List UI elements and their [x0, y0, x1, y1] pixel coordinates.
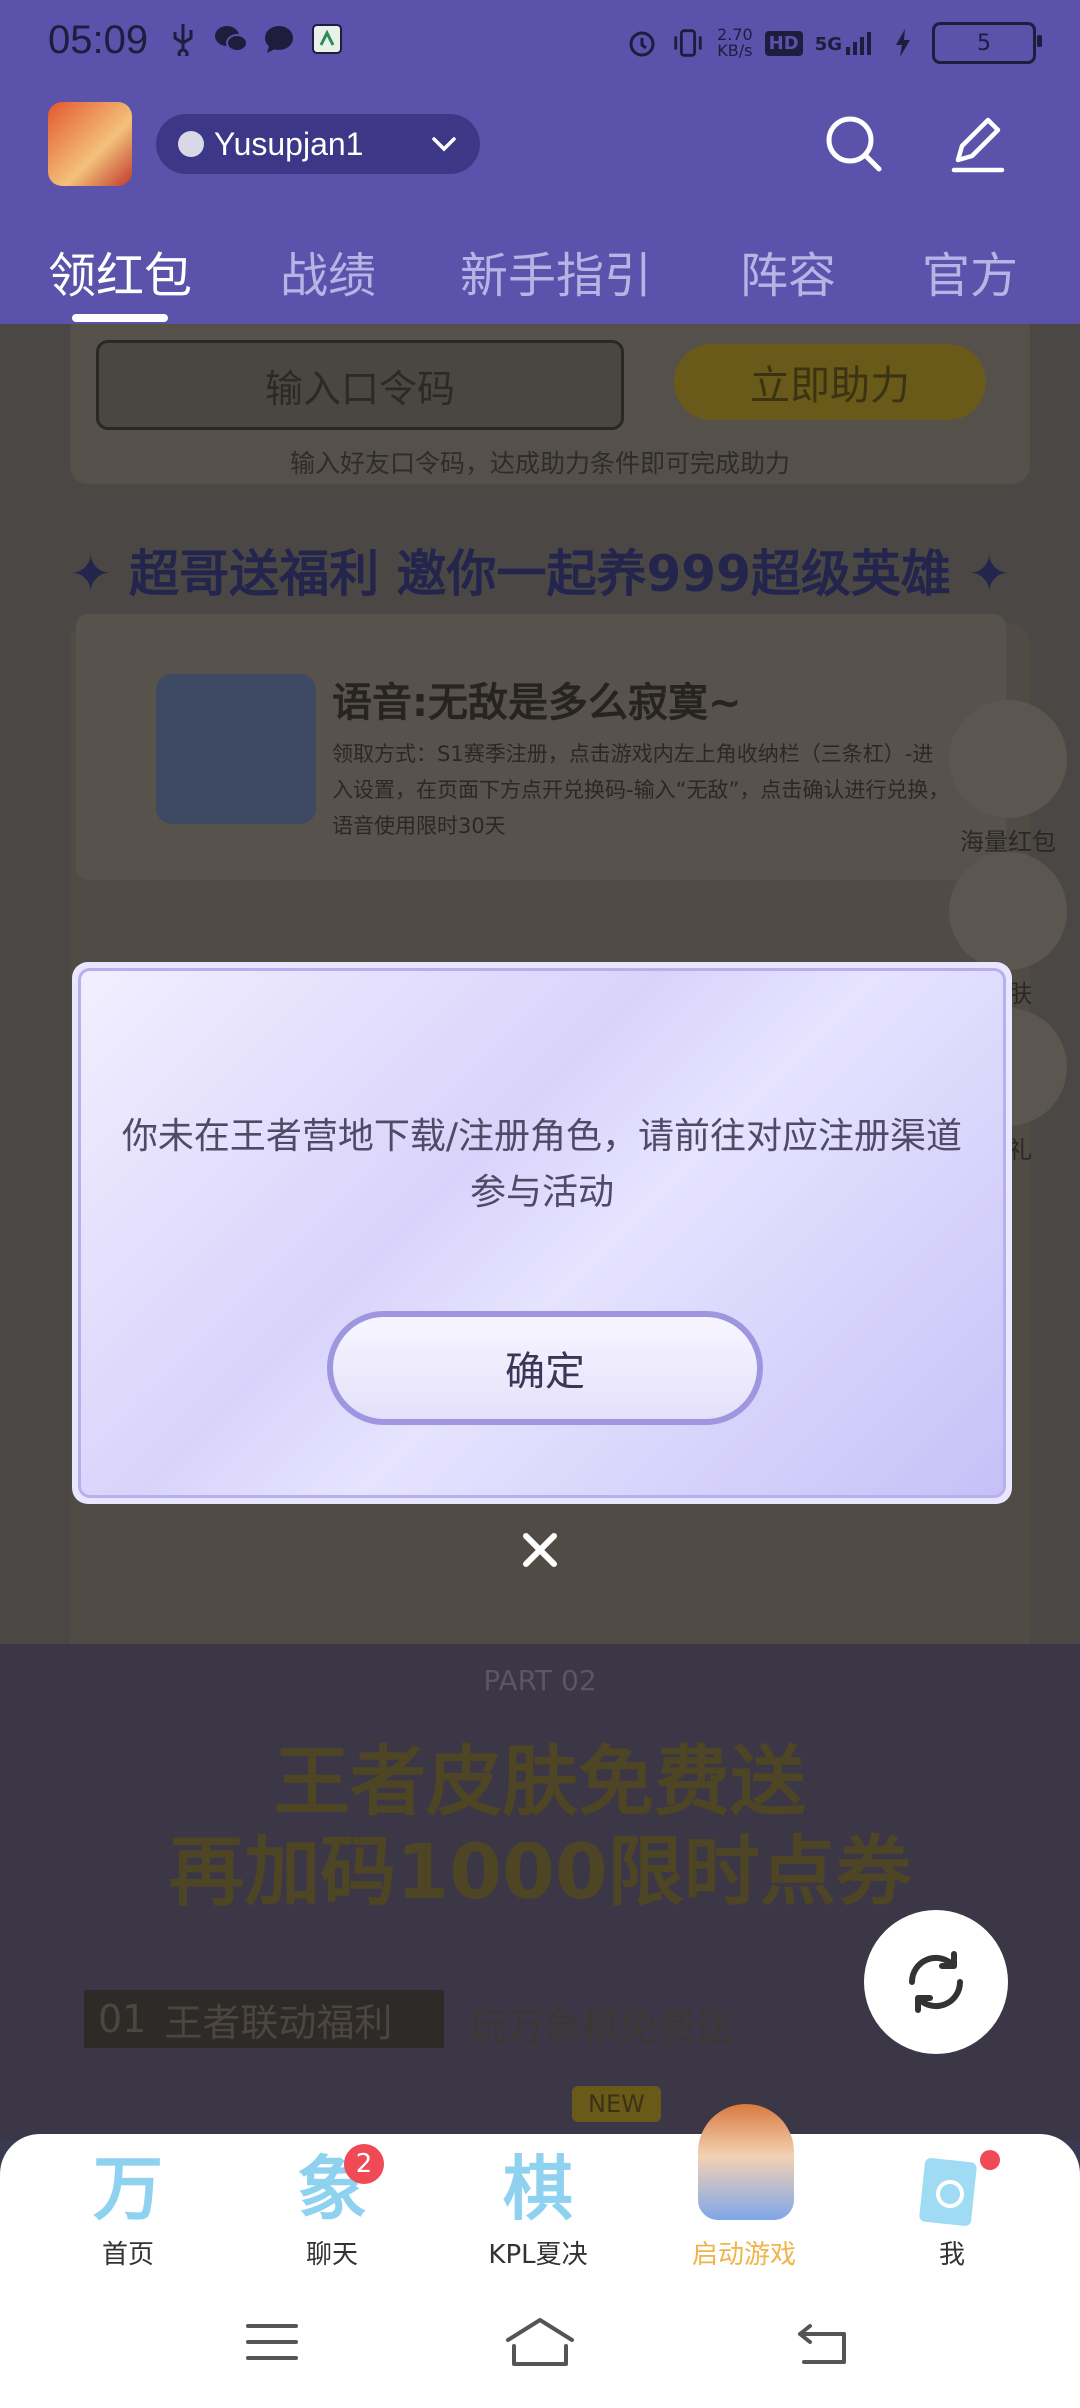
- hd-badge: HD: [764, 30, 803, 56]
- refresh-button[interactable]: [864, 1910, 1008, 2054]
- online-status-icon: [178, 131, 204, 157]
- status-bar: 05:09 2.70 KB/s HD 5G 5: [0, 0, 1080, 88]
- system-navigation-bar: [0, 2286, 1080, 2408]
- alert-dialog-body: 你未在王者营地下载/注册角色，请前往对应注册渠道参与活动 确定: [78, 968, 1006, 1498]
- alert-dialog: 你未在王者营地下载/注册角色，请前往对应注册渠道参与活动 确定: [72, 962, 1012, 1504]
- active-tab-indicator: [72, 314, 168, 322]
- search-icon[interactable]: [820, 110, 888, 178]
- linkage-welfare-subtitle: 玩万象棋免费送: [468, 2005, 735, 2049]
- tab-lineup[interactable]: 阵容: [740, 236, 836, 306]
- new-tag: NEW: [572, 2086, 661, 2122]
- nav-launch-game[interactable]: 启动游戏: [664, 2104, 824, 2271]
- home-icon: 万: [93, 2147, 163, 2230]
- back-icon[interactable]: [794, 2318, 850, 2366]
- wechat-icon: [214, 22, 248, 56]
- network-type: 5G: [814, 34, 842, 55]
- promo-line-2: 再加码1000限时点券: [168, 1827, 912, 1916]
- nav-kpl[interactable]: 棋 KPL夏决: [458, 2134, 618, 2271]
- nav-me-label: 我: [938, 2240, 965, 2270]
- status-time: 05:09: [48, 18, 149, 62]
- nav-launch-game-label: 启动游戏: [691, 2240, 796, 2270]
- home-button-icon[interactable]: [504, 2316, 576, 2368]
- close-icon[interactable]: [516, 1526, 564, 1574]
- chat-icon: 象: [297, 2147, 367, 2230]
- usb-icon: [166, 22, 200, 56]
- notification-icons: [166, 22, 344, 56]
- nav-kpl-label: KPL夏决: [488, 2240, 588, 2270]
- tab-beginner-guide[interactable]: 新手指引: [460, 236, 652, 306]
- part-label: PART 02: [483, 1664, 597, 1697]
- bottom-navigation: 万 首页 象 2 聊天 棋 KPL夏决 启动游戏 我: [0, 2104, 1080, 2286]
- top-tabs: 领红包 战绩 新手指引 阵容 官方: [0, 228, 1080, 324]
- skin-icon: [949, 852, 1067, 970]
- net-speed-unit: KB/s: [717, 41, 753, 60]
- nav-chat[interactable]: 象 2 聊天: [252, 2134, 412, 2271]
- battery-indicator: 5: [932, 22, 1042, 64]
- refresh-icon: [908, 1951, 964, 2013]
- nav-home-label: 首页: [101, 2240, 154, 2270]
- profile-card-icon: [872, 2134, 1032, 2234]
- linkage-welfare-label: 01 王者联动福利: [84, 1990, 444, 2048]
- tab-red-packet[interactable]: 领红包: [48, 236, 192, 306]
- account-switcher[interactable]: Yusupjan1: [156, 114, 480, 174]
- launch-game-hero-icon: [664, 2104, 824, 2234]
- chat-bubble-icon: [262, 22, 296, 56]
- system-status-icons: 2.70 KB/s HD 5G 5: [625, 22, 1042, 64]
- app-notification-icon: [310, 22, 344, 56]
- account-name: Yusupjan1: [214, 125, 364, 162]
- signal-5g: 5G: [815, 31, 874, 55]
- menu-icon[interactable]: [244, 2320, 300, 2364]
- invite-code-input[interactable]: 输入口令码: [96, 340, 624, 430]
- welfare-banner-title: ✦ 超哥送福利 邀你一起养999超级英雄 ✦: [69, 545, 1011, 603]
- battery-level: 5: [977, 30, 991, 56]
- nav-me[interactable]: 我: [872, 2134, 1032, 2271]
- row-number: 01: [98, 1997, 147, 2041]
- kpl-icon: 棋: [503, 2147, 573, 2230]
- tab-official[interactable]: 官方: [922, 236, 1018, 306]
- red-packet-icon: [949, 700, 1067, 818]
- side-red-packet[interactable]: 海量红包: [946, 700, 1070, 857]
- voice-reward-title: 语音:无敌是多么寂寞~: [332, 680, 742, 726]
- nav-chat-label: 聊天: [305, 2240, 358, 2270]
- chevron-down-icon: [432, 137, 456, 152]
- assist-hint: 输入好友口令码，达成助力条件即可完成助力: [289, 449, 790, 478]
- edit-icon[interactable]: [944, 110, 1012, 178]
- game-avatar[interactable]: [48, 102, 132, 186]
- vibrate-icon: [671, 26, 705, 60]
- alert-message: 你未在王者营地下载/注册角色，请前往对应注册渠道参与活动: [121, 1116, 963, 1213]
- voice-reward-image: [156, 674, 316, 824]
- charging-icon: [886, 26, 920, 60]
- assist-button[interactable]: 立即助力: [674, 344, 986, 420]
- app-header: Yusupjan1 领红包 战绩 新手指引 阵容 官方: [0, 88, 1080, 324]
- row-title: 王者联动福利: [164, 2000, 393, 2045]
- alarm-icon: [625, 26, 659, 60]
- notification-dot: [980, 2150, 1000, 2170]
- unread-badge: 2: [344, 2144, 384, 2184]
- tab-record[interactable]: 战绩: [280, 236, 376, 306]
- nav-home[interactable]: 万 首页: [48, 2134, 208, 2271]
- voice-reward-description: 领取方式：S1赛季注册，点击游戏内左上角收纳栏（三条杠）-进入设置，在页面下方点…: [332, 742, 950, 838]
- net-speed: 2.70 KB/s: [717, 27, 753, 59]
- signal-icon: [846, 32, 871, 55]
- confirm-button[interactable]: 确定: [327, 1311, 763, 1425]
